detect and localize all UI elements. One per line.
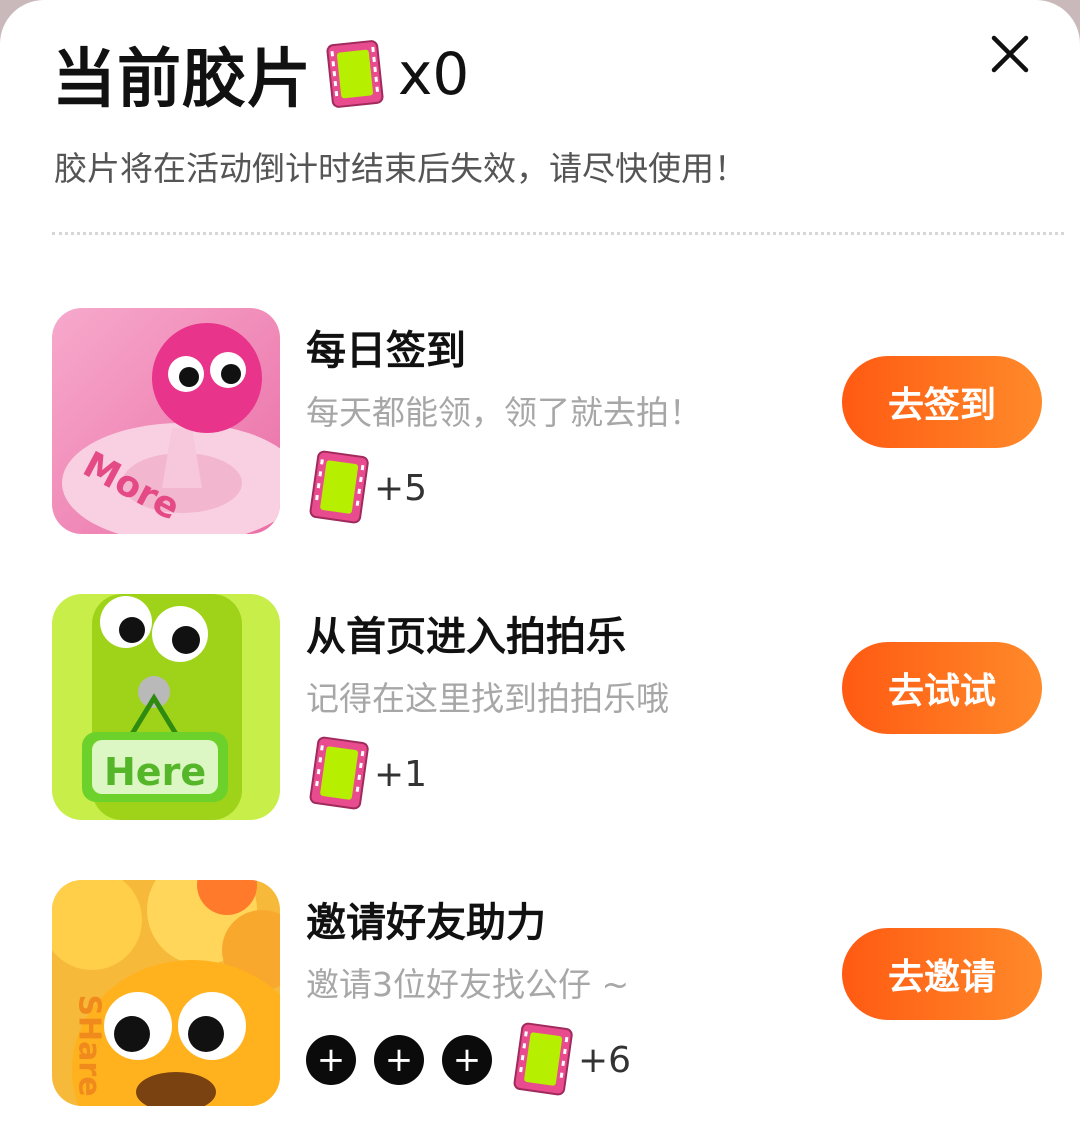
- reward-count: +5: [374, 467, 428, 509]
- film-count: x0: [398, 40, 470, 108]
- invite-button[interactable]: 去邀请: [842, 928, 1042, 1020]
- task-description: 每天都能领，领了就去拍！: [306, 393, 702, 432]
- header: 当前胶片 x0: [52, 34, 470, 117]
- invite-slot[interactable]: +: [442, 1035, 492, 1085]
- reward-count: +6: [578, 1039, 632, 1081]
- film-sheet: 当前胶片 x0 胶片将在活动倒计时结束后失效，请尽快使用！ More 每日签到 …: [0, 0, 1080, 1133]
- page-title: 当前胶片: [52, 43, 312, 117]
- film-icon: [309, 450, 369, 524]
- checkin-button[interactable]: 去签到: [842, 356, 1042, 448]
- invite-slot[interactable]: +: [306, 1035, 356, 1085]
- task-title: 从首页进入拍拍乐: [306, 614, 626, 660]
- task-description: 记得在这里找到拍拍乐哦: [306, 679, 669, 718]
- film-icon: [309, 736, 369, 810]
- film-icon: [513, 1022, 573, 1096]
- task-title: 邀请好友助力: [306, 900, 546, 946]
- task-description: 邀请3位好友找公仔 ~: [306, 965, 630, 1004]
- task-reward: +5: [306, 448, 427, 528]
- task-title: 每日签到: [306, 328, 466, 374]
- film-icon: [326, 40, 384, 108]
- expiry-notice: 胶片将在活动倒计时结束后失效，请尽快使用！: [54, 149, 747, 188]
- task-reward: + + + +6: [306, 1020, 631, 1100]
- task-item-daily-checkin: More 每日签到 每天都能领，领了就去拍！ +5 去签到: [0, 308, 1080, 538]
- task-thumbnail: SHare: [52, 880, 280, 1106]
- divider: [52, 232, 1064, 235]
- task-reward: +1: [306, 734, 427, 814]
- task-thumbnail: More: [52, 308, 280, 534]
- task-item-invite-friends: SHare 邀请好友助力 邀请3位好友找公仔 ~ + + + +6 去邀请: [0, 880, 1080, 1110]
- try-button[interactable]: 去试试: [842, 642, 1042, 734]
- thumb-text: Here: [104, 750, 207, 794]
- invite-slot[interactable]: +: [374, 1035, 424, 1085]
- thumb-text: SHare: [71, 994, 107, 1097]
- close-icon[interactable]: [986, 30, 1034, 78]
- task-item-enter-from-home: Here 从首页进入拍拍乐 记得在这里找到拍拍乐哦 +1 去试试: [0, 594, 1080, 824]
- reward-count: +1: [374, 753, 428, 795]
- task-thumbnail: Here: [52, 594, 280, 820]
